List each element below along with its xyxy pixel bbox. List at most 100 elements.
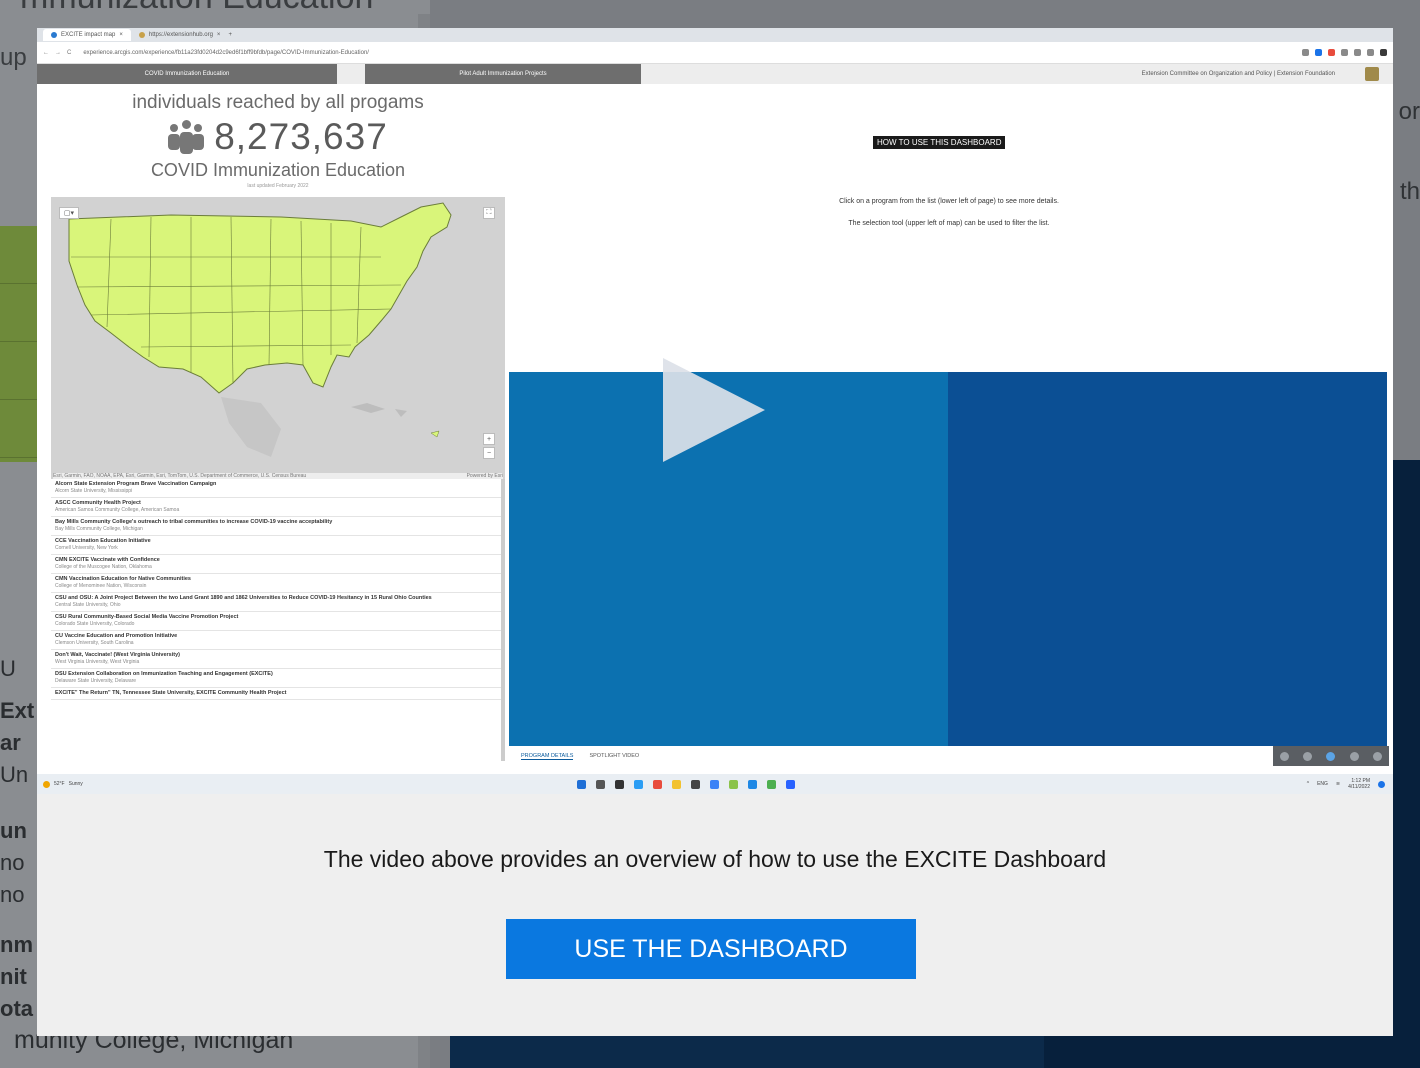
zoom-in-button[interactable]: +: [483, 433, 495, 445]
weather-widget[interactable]: 52°F Sunny: [37, 780, 577, 788]
extension-icon[interactable]: [1302, 49, 1309, 56]
program-institution: College of the Muscogee Nation, Oklahoma: [55, 564, 152, 570]
program-list-item[interactable]: CSU Rural Community-Based Social Media V…: [51, 612, 501, 631]
map-canvas: [51, 197, 505, 479]
tab-label: https://extensionhub.org: [148, 32, 213, 38]
stop-icon[interactable]: [1372, 751, 1382, 761]
notification-icon[interactable]: [1378, 780, 1385, 788]
selection-tool-button[interactable]: ▢▾: [59, 207, 79, 219]
program-list-item[interactable]: Bay Mills Community College's outreach t…: [51, 517, 501, 536]
background-text-fragment: un: [0, 818, 27, 843]
map-attribution: Esri, Garmin, FAO, NOAA, EPA, Esri, Garm…: [53, 473, 503, 479]
tab-pilot-adult[interactable]: Pilot Adult Immunization Projects: [365, 64, 641, 84]
url-field[interactable]: experience.arcgis.com/experience/fb11a23…: [83, 50, 1302, 56]
program-list-item[interactable]: CSU and OSU: A Joint Project Between the…: [51, 593, 501, 612]
program-title: ASCC Community Health Project: [55, 500, 141, 506]
app-icon[interactable]: [767, 779, 776, 789]
app-icon[interactable]: [710, 779, 719, 789]
instruction-text: The selection tool (upper left of map) c…: [848, 220, 1050, 227]
ecop-logo-icon: [1365, 67, 1379, 81]
mail-icon[interactable]: [748, 779, 757, 789]
program-list-item[interactable]: EXCITE" The Return" TN, Tennessee State …: [51, 688, 501, 700]
store-icon[interactable]: [691, 779, 700, 789]
program-list-item[interactable]: CCE Vaccination Education Initiative Corn…: [51, 536, 501, 555]
app-icon[interactable]: [786, 779, 795, 789]
program-list-item[interactable]: DSU Extension Collaboration on Immunizat…: [51, 669, 501, 688]
close-icon[interactable]: ×: [119, 32, 123, 38]
program-title: Bay Mills Community College's outreach t…: [55, 519, 333, 525]
background-text-fragment: or: [1398, 98, 1420, 125]
clock[interactable]: 1:12 PM 4/11/2022: [1348, 778, 1370, 790]
program-list-item[interactable]: CMN Vaccination Education for Native Com…: [51, 574, 501, 593]
program-institution: Colorado State University, Colorado: [55, 621, 135, 627]
browser-tabbar: EXCITE impact map × https://extensionhub.…: [37, 28, 1393, 42]
settings-icon[interactable]: [1303, 751, 1313, 761]
total-count: 8,273,637: [214, 116, 388, 157]
browser-tab[interactable]: https://extensionhub.org ×: [131, 29, 229, 41]
extension-icon[interactable]: [1341, 49, 1348, 56]
powered-by-link[interactable]: Powered by Esri: [467, 473, 503, 479]
tray-up-icon[interactable]: ^: [1307, 781, 1309, 787]
tab-label: EXCITE impact map: [61, 32, 116, 38]
program-institution: Cornell University, New York: [55, 545, 118, 551]
nav-arrows-icon[interactable]: ←→C: [43, 50, 77, 56]
program-institution: College of Menominee Nation, Wisconsin: [55, 583, 147, 589]
tab-covid-immunization[interactable]: COVID Immunization Education: [37, 64, 337, 84]
play-icon[interactable]: [663, 358, 765, 462]
extension-icon[interactable]: [1367, 49, 1374, 56]
file-explorer-icon[interactable]: [672, 779, 681, 789]
background-text-fragment: Ext: [0, 698, 35, 723]
org-link[interactable]: Extension Committee on Organization and …: [1142, 71, 1335, 77]
program-institution: Delaware State University, Delaware: [55, 678, 137, 684]
task-view-icon[interactable]: [615, 779, 624, 789]
video-player[interactable]: [509, 358, 1387, 746]
start-icon[interactable]: [577, 779, 586, 789]
browser-tab[interactable]: EXCITE impact map ×: [43, 29, 131, 41]
video-controls: [1273, 746, 1389, 766]
details-panel: HOW TO USE THIS DASHBOARD Click on a pro…: [509, 84, 1389, 794]
pen-icon[interactable]: [1280, 751, 1290, 761]
chrome-icon[interactable]: [653, 779, 662, 789]
extension-icon[interactable]: [1354, 49, 1361, 56]
left-panel: individuals reached by all progams 8,273…: [49, 84, 507, 794]
clock-date: 4/11/2022: [1348, 784, 1370, 790]
howto-label: HOW TO USE THIS DASHBOARD: [873, 136, 1006, 149]
program-list-item[interactable]: CMN EXCITE Vaccinate with Confidence Coll…: [51, 555, 501, 574]
use-dashboard-button[interactable]: USE THE DASHBOARD: [506, 919, 916, 979]
program-title: Don't Wait, Vaccinate! (West Virginia Un…: [55, 652, 180, 658]
program-title: CSU Rural Community-Based Social Media V…: [55, 614, 239, 620]
language-indicator[interactable]: ENG: [1317, 781, 1328, 787]
tab-spotlight-video[interactable]: SPOTLIGHT VIDEO: [589, 753, 639, 759]
camera-icon[interactable]: [1349, 751, 1359, 761]
globe-icon: [51, 32, 57, 38]
extension-icon[interactable]: [1328, 49, 1335, 56]
new-tab-icon[interactable]: +: [228, 32, 232, 38]
wifi-icon[interactable]: ≋: [1336, 781, 1340, 787]
program-list-item[interactable]: CU Vaccine Education and Promotion Initi…: [51, 631, 501, 650]
video-frame: [948, 372, 1387, 746]
app-nav: COVID Immunization Education Pilot Adult…: [37, 64, 1393, 84]
background-text-fragment: Un: [0, 762, 29, 787]
program-list-item[interactable]: Alcorn State Extension Program Brave Vac…: [51, 479, 501, 498]
app-icon[interactable]: [729, 779, 738, 789]
reach-label: individuals reached by all progams: [132, 92, 424, 113]
program-institution: Central State University, Ohio: [55, 602, 121, 608]
program-list-item[interactable]: Don't Wait, Vaccinate! (West Virginia Un…: [51, 650, 501, 669]
fullscreen-icon[interactable]: ⛶: [483, 207, 495, 219]
video-tabs: PROGRAM DETAILS SPOTLIGHT VIDEO: [509, 748, 1387, 764]
chat-icon[interactable]: [634, 779, 643, 789]
tab-program-details[interactable]: PROGRAM DETAILS: [521, 753, 574, 760]
program-title: CU Vaccine Education and Promotion Initi…: [55, 633, 178, 639]
extension-icon[interactable]: [1315, 49, 1322, 56]
program-list[interactable]: Alcorn State Extension Program Brave Vac…: [51, 479, 505, 761]
program-list-item[interactable]: ASCC Community Health Project American Sa…: [51, 498, 501, 517]
background-green-panel: [0, 226, 40, 462]
profile-icon[interactable]: [1380, 49, 1387, 56]
address-bar: ←→C experience.arcgis.com/experience/fb1…: [37, 42, 1393, 64]
program-title: COVID Immunization Education: [150, 160, 406, 180]
close-icon[interactable]: ×: [217, 32, 221, 38]
zoom-out-button[interactable]: −: [483, 447, 495, 459]
record-icon[interactable]: [1326, 751, 1336, 761]
search-icon[interactable]: [596, 779, 605, 789]
us-map[interactable]: ▢▾ ⛶ + − Esri, Garmin, FAO, NOAA, EPA, E…: [51, 197, 505, 479]
